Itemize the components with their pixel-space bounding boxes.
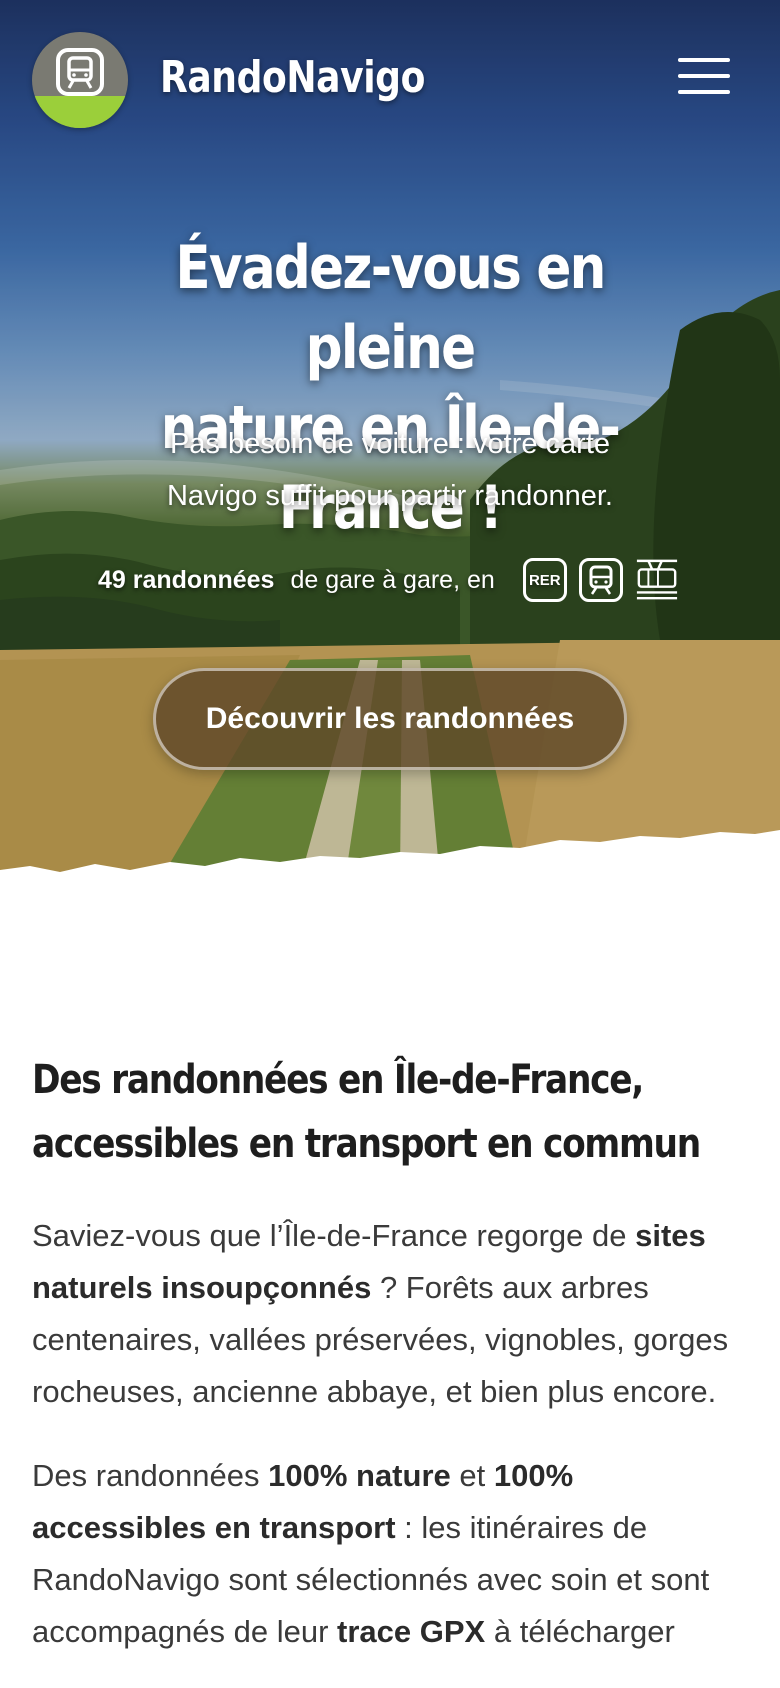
torn-paper-divider: [0, 830, 780, 880]
intro-section: Des randonnées en Île-de-France, accessi…: [32, 1048, 752, 1658]
logo[interactable]: [32, 32, 128, 128]
rer-icon: RER: [522, 558, 567, 602]
intro-paragraph-1: Saviez-vous que l’Île-de-France regorge …: [32, 1218, 729, 1409]
hamburger-menu-icon[interactable]: [678, 58, 730, 102]
hero: RandoNavigo Évadez-vous en pleine nature…: [0, 0, 780, 880]
train-icon: [578, 558, 623, 602]
site-brand[interactable]: RandoNavigo: [160, 52, 425, 103]
tram-icon: [635, 558, 679, 602]
section-title: Des randonnées en Île-de-France, accessi…: [32, 1057, 701, 1167]
discover-hikes-button[interactable]: Découvrir les randonnées: [153, 668, 627, 770]
hero-subtitle: Pas besoin de voiture : votre carte Navi…: [166, 428, 613, 512]
train-icon: [56, 48, 104, 96]
site-header: RandoNavigo: [0, 0, 780, 160]
hike-count-suffix: de gare à gare, en: [290, 565, 495, 594]
hike-count-line: 49 randonnées de gare à gare, en RER: [98, 556, 679, 604]
hike-count: 49 randonnées: [98, 565, 275, 594]
intro-paragraph-2: Des randonnées 100% nature et 100% acces…: [32, 1458, 710, 1649]
